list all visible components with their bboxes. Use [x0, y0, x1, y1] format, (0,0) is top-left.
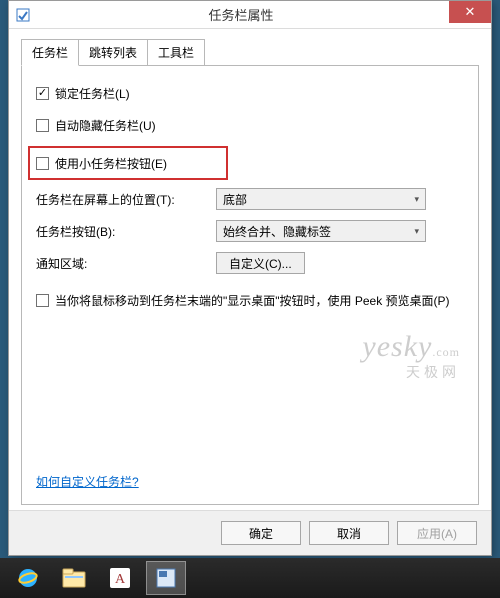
close-icon: ✕: [465, 4, 476, 20]
label-buttons-mode: 任务栏按钮(B):: [36, 223, 216, 240]
label-lock-taskbar: 锁定任务栏(L): [55, 85, 130, 102]
tab-panel-taskbar: 锁定任务栏(L) 自动隐藏任务栏(U) 使用小任务栏按钮(E) 任务栏在屏幕上的…: [21, 65, 479, 505]
apply-button: 应用(A): [397, 521, 477, 545]
label-autohide: 自动隐藏任务栏(U): [55, 117, 156, 134]
windows-taskbar[interactable]: A: [0, 558, 500, 598]
label-peek: 当你将鼠标移动到任务栏末端的"显示桌面"按钮时，使用 Peek 预览桌面(P): [55, 292, 450, 310]
row-autohide: 自动隐藏任务栏(U): [36, 114, 464, 136]
svg-text:A: A: [115, 572, 126, 587]
taskbar-explorer-icon[interactable]: [54, 561, 94, 595]
row-peek: 当你将鼠标移动到任务栏末端的"显示桌面"按钮时，使用 Peek 预览桌面(P): [36, 292, 464, 310]
checkbox-small-buttons[interactable]: [36, 157, 49, 170]
checkbox-autohide[interactable]: [36, 119, 49, 132]
tab-strip: 任务栏 跳转列表 工具栏: [21, 39, 479, 66]
taskbar-properties-active-icon[interactable]: [146, 561, 186, 595]
titlebar[interactable]: 任务栏属性 ✕: [9, 1, 491, 29]
customize-notify-button[interactable]: 自定义(C)...: [216, 252, 305, 274]
cancel-button[interactable]: 取消: [309, 521, 389, 545]
help-link-customize[interactable]: 如何自定义任务栏?: [36, 473, 139, 490]
combo-buttons-mode[interactable]: 始终合并、隐藏标签 ▾: [216, 220, 426, 242]
chevron-down-icon: ▾: [414, 226, 419, 237]
taskbar-ie-icon[interactable]: [8, 561, 48, 595]
combo-position[interactable]: 底部 ▾: [216, 188, 426, 210]
dialog-body: 任务栏 跳转列表 工具栏 锁定任务栏(L) 自动隐藏任务栏(U) 使用小任务栏按…: [9, 29, 491, 505]
taskbar-properties-dialog: 任务栏属性 ✕ 任务栏 跳转列表 工具栏 锁定任务栏(L) 自动隐藏任务栏(U): [8, 0, 492, 556]
checkbox-lock-taskbar[interactable]: [36, 87, 49, 100]
highlight-small-buttons: 使用小任务栏按钮(E): [28, 146, 228, 180]
dialog-button-row: 确定 取消 应用(A): [9, 510, 491, 555]
dialog-title: 任务栏属性: [0, 5, 491, 24]
combo-position-value: 底部: [223, 191, 247, 208]
chevron-down-icon: ▾: [414, 194, 419, 205]
row-position: 任务栏在屏幕上的位置(T): 底部 ▾: [36, 188, 464, 210]
ok-button[interactable]: 确定: [221, 521, 301, 545]
label-small-buttons: 使用小任务栏按钮(E): [55, 155, 167, 172]
row-notify-area: 通知区域: 自定义(C)...: [36, 252, 464, 274]
tab-taskbar[interactable]: 任务栏: [21, 39, 79, 66]
tab-jumplist[interactable]: 跳转列表: [78, 39, 148, 66]
taskbar-app-a-icon[interactable]: A: [100, 561, 140, 595]
combo-buttons-value: 始终合并、隐藏标签: [223, 223, 331, 240]
checkbox-peek[interactable]: [36, 294, 49, 307]
row-lock-taskbar: 锁定任务栏(L): [36, 82, 464, 104]
row-buttons-mode: 任务栏按钮(B): 始终合并、隐藏标签 ▾: [36, 220, 464, 242]
close-button[interactable]: ✕: [449, 1, 491, 23]
tab-toolbars[interactable]: 工具栏: [147, 39, 205, 66]
label-position: 任务栏在屏幕上的位置(T):: [36, 191, 216, 208]
label-notify-area: 通知区域:: [36, 255, 216, 272]
